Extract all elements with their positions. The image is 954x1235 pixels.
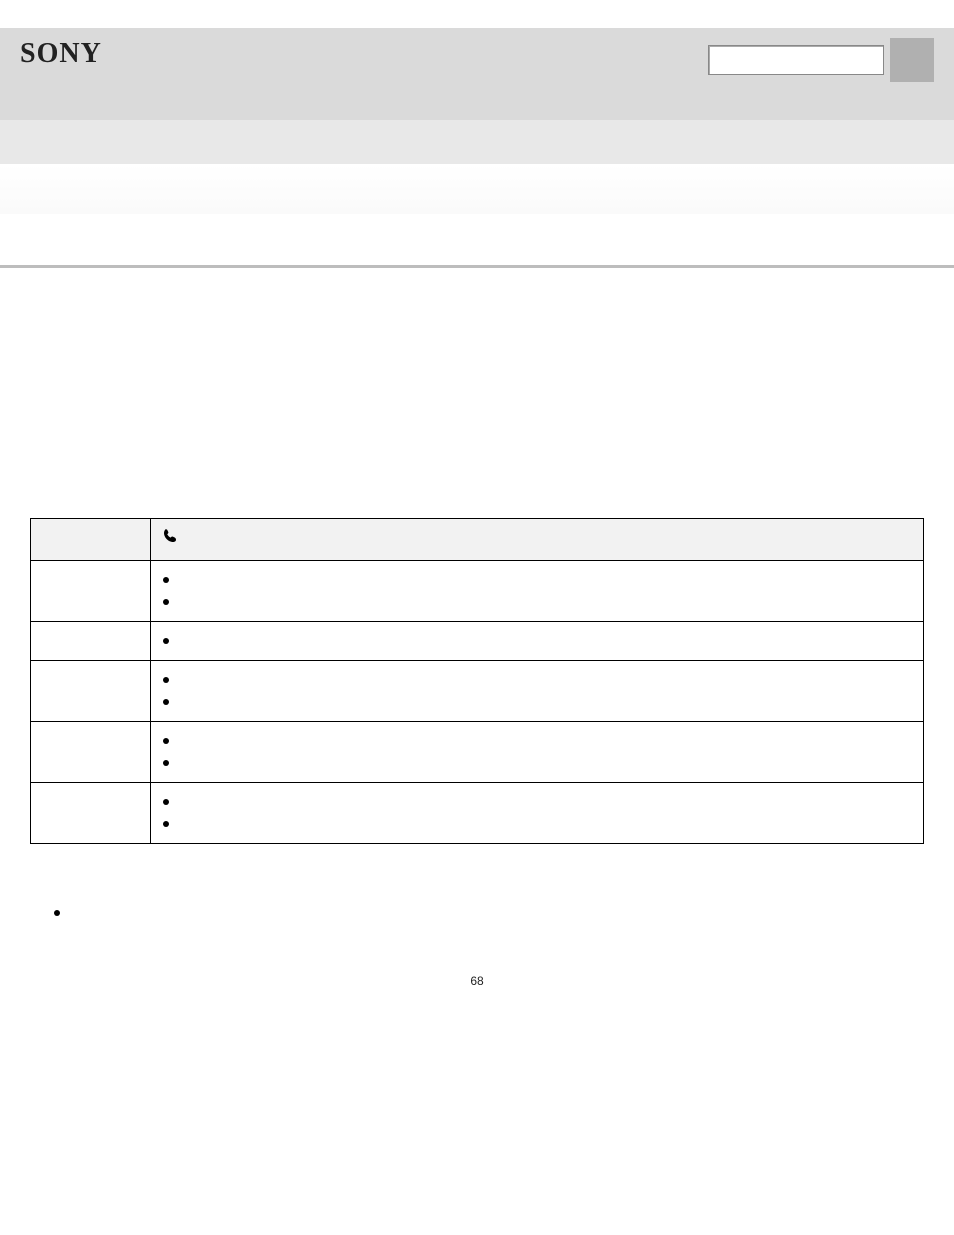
list-item (161, 752, 913, 774)
row-label (31, 722, 151, 783)
table-header-icon-cell (151, 519, 924, 561)
list-item (161, 669, 913, 691)
row-label (31, 661, 151, 722)
search-input[interactable] (708, 45, 884, 75)
list-item (161, 569, 913, 591)
table-header-empty (31, 519, 151, 561)
table-row (31, 622, 924, 661)
phone-icon (161, 527, 913, 545)
row-label (31, 622, 151, 661)
list-item (54, 904, 924, 924)
page-number: 68 (0, 934, 954, 998)
feature-table (30, 518, 924, 844)
brand-logo: SONY (20, 38, 102, 70)
list-item (161, 591, 913, 613)
breadcrumb (0, 214, 954, 268)
list-item (161, 691, 913, 713)
search-button[interactable] (890, 38, 934, 82)
row-label (31, 783, 151, 844)
list-item (161, 791, 913, 813)
table-row (31, 783, 924, 844)
list-item (161, 730, 913, 752)
list-item (161, 813, 913, 835)
list-item (161, 630, 913, 652)
row-label (31, 561, 151, 622)
table-row (31, 561, 924, 622)
table-row (31, 661, 924, 722)
nav-band (0, 120, 954, 164)
notes-list (30, 904, 924, 924)
table-row (31, 722, 924, 783)
